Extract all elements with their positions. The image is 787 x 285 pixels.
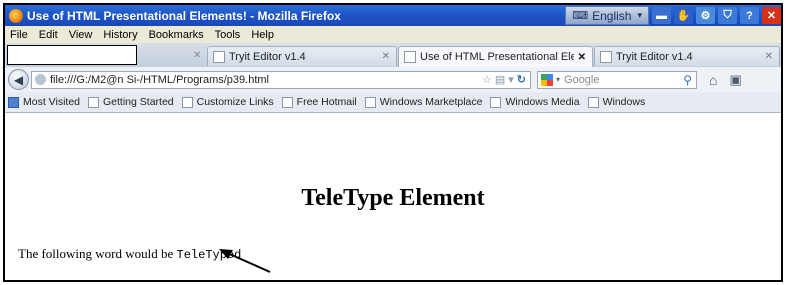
title-bar-tools: ⌨ English ▾ ▬ ✋ ⚙ ⛉ ? ✕ [565, 5, 781, 26]
hand-icon[interactable]: ✋ [674, 7, 693, 24]
bookmark-windows-marketplace[interactable]: Windows Marketplace [364, 96, 483, 108]
bookmark-customize-links[interactable]: Customize Links [181, 96, 274, 108]
bookmark-getting-started[interactable]: Getting Started [88, 96, 174, 108]
dropdown-arrow-icon[interactable]: ▾ [508, 73, 514, 86]
menu-help[interactable]: Help [251, 29, 274, 41]
page-icon [281, 96, 293, 108]
bookmark-label: Getting Started [103, 96, 174, 108]
tab-html-presentational[interactable]: Use of HTML Presentational Elements! ✕ [398, 46, 593, 67]
firefox-logo-icon [9, 8, 23, 23]
paragraph-text: The following word would be [18, 246, 174, 261]
tab-close-icon[interactable]: ✕ [765, 51, 773, 62]
page-icon [600, 50, 612, 63]
bookmark-windows-media[interactable]: Windows Media [490, 96, 580, 108]
search-box[interactable]: ▾ Google ⚲ [537, 70, 697, 89]
star-icon[interactable]: ☆ [482, 73, 492, 86]
tab-tryit-editor-1[interactable]: Tryit Editor v1.4 ✕ [207, 46, 397, 66]
bookmark-label: Customize Links [196, 96, 274, 108]
url-bar-tools: ☆ ▤ ▾ ↻ [482, 73, 526, 86]
page-icon [88, 96, 99, 108]
menu-tools[interactable]: Tools [215, 29, 241, 41]
shield-icon[interactable]: ⛉ [718, 7, 737, 24]
chevron-down-icon[interactable]: ▾ [556, 75, 560, 84]
feed-icon[interactable]: ▤ [495, 73, 505, 86]
gear-icon[interactable]: ⚙ [696, 7, 715, 24]
language-selector[interactable]: ⌨ English ▾ [565, 6, 649, 25]
title-bar: Use of HTML Presentational Elements! - M… [5, 5, 781, 26]
bookmark-label: Windows [602, 96, 646, 108]
language-label: English [592, 8, 632, 23]
close-icon[interactable]: ✕ [762, 7, 781, 24]
page-icon [587, 96, 599, 108]
page-paragraph: The following word would be TeleTyped [18, 246, 241, 262]
page-content: TeleType Element The following word woul… [5, 113, 781, 280]
folder-icon [8, 96, 19, 108]
navigation-bar: ◀ file:///G:/M2@n Si-/HTML/Programs/p39.… [5, 67, 781, 92]
page-icon [181, 96, 193, 108]
reload-icon[interactable]: ↻ [517, 73, 526, 86]
tab-close-icon[interactable]: ✕ [578, 52, 586, 63]
tab-label: Tryit Editor v1.4 [229, 50, 306, 63]
blank-tab-area [7, 45, 137, 65]
search-placeholder: Google [564, 73, 600, 86]
site-identity-icon[interactable] [35, 74, 46, 85]
menu-view[interactable]: View [69, 29, 93, 41]
bookmarks-toolbar: Most Visited Getting Started Customize L… [5, 92, 781, 113]
tab-tryit-editor-2[interactable]: Tryit Editor v1.4 ✕ [594, 46, 780, 66]
menu-file[interactable]: File [10, 29, 28, 41]
menu-edit[interactable]: Edit [39, 29, 58, 41]
tab-close-icon[interactable]: ✕ [382, 51, 390, 62]
home-icon[interactable]: ⌂ [709, 72, 717, 88]
tab-label: Tryit Editor v1.4 [616, 50, 693, 63]
url-text: file:///G:/M2@n Si-/HTML/Programs/p39.ht… [50, 73, 270, 86]
bookmark-label: Windows Media [505, 96, 580, 108]
menu-bookmarks[interactable]: Bookmarks [149, 29, 204, 41]
bookmark-label: Free Hotmail [296, 96, 357, 108]
minimize-icon[interactable]: ▬ [652, 7, 671, 24]
url-bar[interactable]: file:///G:/M2@n Si-/HTML/Programs/p39.ht… [31, 70, 531, 89]
bookmark-most-visited[interactable]: Most Visited [8, 96, 80, 108]
google-icon [541, 73, 553, 86]
bookmark-label: Windows Marketplace [379, 96, 483, 108]
bookmark-label: Most Visited [23, 96, 80, 108]
page-heading: TeleType Element [301, 185, 485, 211]
menu-bar: File Edit View History Bookmarks Tools H… [5, 26, 781, 43]
page-icon [364, 96, 376, 108]
search-icon[interactable]: ⚲ [683, 73, 692, 87]
arrow-left-icon: ◀ [13, 72, 24, 87]
keyboard-icon: ⌨ [572, 10, 589, 22]
back-button[interactable]: ◀ [8, 69, 29, 90]
bookmark-free-hotmail[interactable]: Free Hotmail [281, 96, 357, 108]
page-icon [213, 50, 225, 63]
tab-close-icon[interactable]: ✕ [193, 50, 201, 61]
bookmarks-icon[interactable]: ▣ [729, 72, 741, 88]
chevron-down-icon: ▾ [637, 10, 642, 20]
page-icon [490, 96, 502, 108]
menu-history[interactable]: History [103, 29, 137, 41]
browser-window: Use of HTML Presentational Elements! - M… [3, 3, 783, 282]
tab-strip: ✕ Tryit Editor v1.4 ✕ Use of HTML Presen… [5, 43, 781, 68]
annotation-arrow-icon [219, 249, 271, 273]
window-title: Use of HTML Presentational Elements! - M… [27, 8, 341, 23]
help-icon[interactable]: ? [740, 7, 759, 24]
bookmark-windows[interactable]: Windows [587, 96, 646, 108]
page-icon [404, 51, 416, 63]
tab-label: Use of HTML Presentational Elements! [420, 51, 574, 63]
